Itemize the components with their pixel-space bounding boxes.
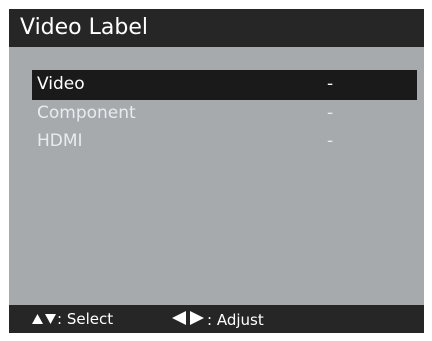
menu-item-label: HDMI [37,131,83,151]
footer-hint-bar: : Select : Adjust [9,305,424,333]
page-title: Video Label [20,15,148,40]
adjust-hint-label: : Adjust [207,311,264,329]
adjust-hint: : Adjust [171,310,264,330]
menu-item-value: - [327,103,334,123]
select-hint-label: : Select [57,310,114,328]
menu-item-label: Video [37,74,85,94]
menu-item-component[interactable]: Component - [32,100,417,128]
osd-screen: Video Label Video - Component - HDMI - :… [9,9,424,333]
menu-item-label: Component [37,103,136,123]
menu-item-value: - [327,131,334,151]
select-hint: : Select [31,310,113,329]
menu-list: Video - Component - HDMI - [32,70,417,156]
left-right-arrows-icon [171,310,207,330]
title-bar: Video Label [9,9,424,47]
menu-item-video[interactable]: Video - [32,70,417,100]
menu-item-hdmi[interactable]: HDMI - [32,128,417,156]
up-down-arrows-icon [31,311,57,329]
menu-item-value: - [327,74,334,94]
